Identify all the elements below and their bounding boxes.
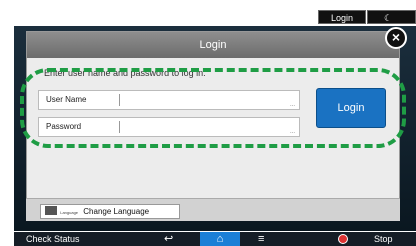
back-icon[interactable]: ↩: [164, 232, 173, 246]
change-language-label: Change Language: [83, 207, 150, 216]
check-status-button[interactable]: Check Status: [26, 232, 80, 246]
screen: Login ☾ Login × Enter user name and pass…: [0, 0, 416, 246]
home-icon[interactable]: ⌂: [200, 232, 240, 246]
language-icon: [45, 206, 57, 215]
dialog-title: Login: [27, 32, 399, 58]
highlight-frame: [20, 68, 406, 148]
top-login-button[interactable]: Login: [318, 10, 366, 24]
language-bar: Language Change Language: [26, 198, 400, 221]
bottom-bar: Check Status ↩ ⌂ ≡ Stop: [14, 232, 416, 246]
stop-button[interactable]: Stop: [374, 232, 393, 246]
stop-icon[interactable]: [338, 234, 348, 244]
moon-icon[interactable]: ☾: [367, 10, 416, 24]
change-language-button[interactable]: Language Change Language: [40, 204, 180, 219]
language-small-label: Language: [60, 210, 79, 215]
menu-icon[interactable]: ≡: [258, 232, 264, 246]
close-icon[interactable]: ×: [385, 27, 407, 49]
